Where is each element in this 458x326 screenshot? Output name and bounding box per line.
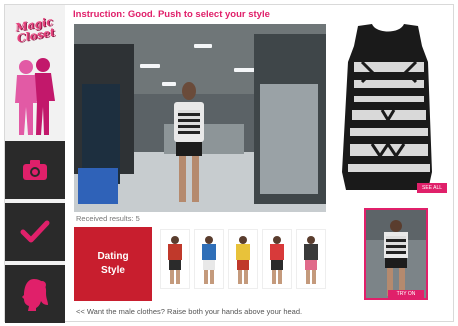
selected-preview[interactable]	[364, 208, 428, 300]
female-head-icon	[22, 279, 48, 311]
result-thumbnail[interactable]	[228, 229, 258, 289]
result-thumbnail[interactable]	[262, 229, 292, 289]
garment-image	[342, 24, 432, 190]
received-results-label: Received results: 5	[76, 214, 140, 223]
couple-silhouette-icon	[15, 58, 55, 135]
garment-tag[interactable]: SEE ALL	[417, 183, 447, 193]
camera-button[interactable]	[5, 139, 65, 199]
confirm-button[interactable]	[5, 201, 65, 261]
check-icon	[20, 220, 50, 243]
style-button[interactable]	[5, 263, 65, 323]
logo-text: Magic Closet	[14, 14, 57, 46]
preview-badge[interactable]: TRY ON	[388, 290, 424, 299]
style-tile-dating[interactable]: Dating Style	[74, 227, 152, 301]
instruction-text: Instruction: Good. Push to select your s…	[73, 9, 270, 20]
sidebar: Magic Closet	[5, 5, 65, 323]
result-thumbnail[interactable]	[296, 229, 326, 289]
style-tile-line1: Dating	[97, 251, 129, 262]
result-thumbnail[interactable]	[194, 229, 224, 289]
style-tile-line2: Style	[101, 265, 125, 276]
app-logo: Magic Closet	[7, 7, 63, 53]
result-thumbnail[interactable]	[160, 229, 190, 289]
male-clothes-hint: << Want the male clothes? Raise both you…	[76, 307, 303, 316]
user-head	[182, 82, 196, 100]
camera-icon	[23, 160, 47, 180]
camera-view	[74, 24, 326, 212]
